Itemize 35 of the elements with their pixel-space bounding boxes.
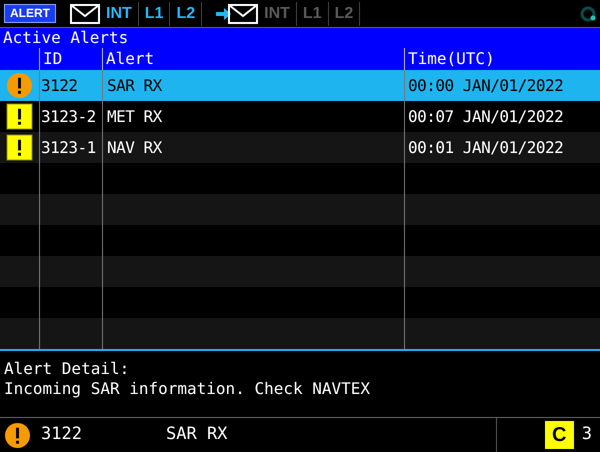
- alert-count: 3: [582, 423, 592, 446]
- channel-label: L1: [138, 2, 170, 26]
- alert-button[interactable]: ALERT: [4, 4, 56, 23]
- table-cell: SAR RX: [107, 76, 162, 95]
- channel-label: INT: [258, 2, 297, 26]
- warning-icon: [6, 72, 33, 99]
- table-cell: NAV RX: [107, 138, 162, 157]
- channel-label: L2: [170, 2, 202, 26]
- panel-title: Active Alerts: [0, 28, 600, 48]
- detail-label: Alert Detail:: [4, 359, 130, 379]
- channel-label: L2: [328, 2, 360, 26]
- table-cell: 00:01 JAN/01/2022: [408, 138, 564, 157]
- caution-icon: [6, 103, 33, 130]
- envelope-icon: [70, 4, 100, 24]
- table-cell: MET RX: [107, 107, 162, 126]
- send-envelope-icon: [216, 4, 258, 24]
- column-header: ID: [43, 49, 62, 68]
- channel-label: L1: [296, 2, 329, 26]
- table-cell: 3122: [41, 76, 78, 95]
- table-cell: 00:00 JAN/01/2022: [408, 76, 564, 95]
- table-cell: 3123-1: [41, 138, 96, 157]
- count-badge: C: [544, 421, 574, 449]
- table-cell: 00:07 JAN/01/2022: [408, 107, 564, 126]
- column-header: Time(UTC): [408, 49, 495, 68]
- loading-icon: [580, 6, 596, 22]
- channel-label: INT: [100, 2, 139, 26]
- caution-icon: [6, 134, 33, 161]
- table-cell: 3123-2: [41, 107, 96, 126]
- detail-text: Incoming SAR information. Check NAVTEX: [4, 379, 372, 399]
- column-header: Alert: [106, 49, 154, 68]
- alert-row[interactable]: 3123-1 NAV RX 00:01 JAN/01/2022: [0, 132, 600, 163]
- warning-icon: [4, 422, 31, 448]
- status-alert-name: SAR RX: [166, 423, 228, 446]
- status-alert-id: 3122: [41, 423, 83, 446]
- alert-row[interactable]: 3122 SAR RX 00:00 JAN/01/2022: [0, 70, 600, 101]
